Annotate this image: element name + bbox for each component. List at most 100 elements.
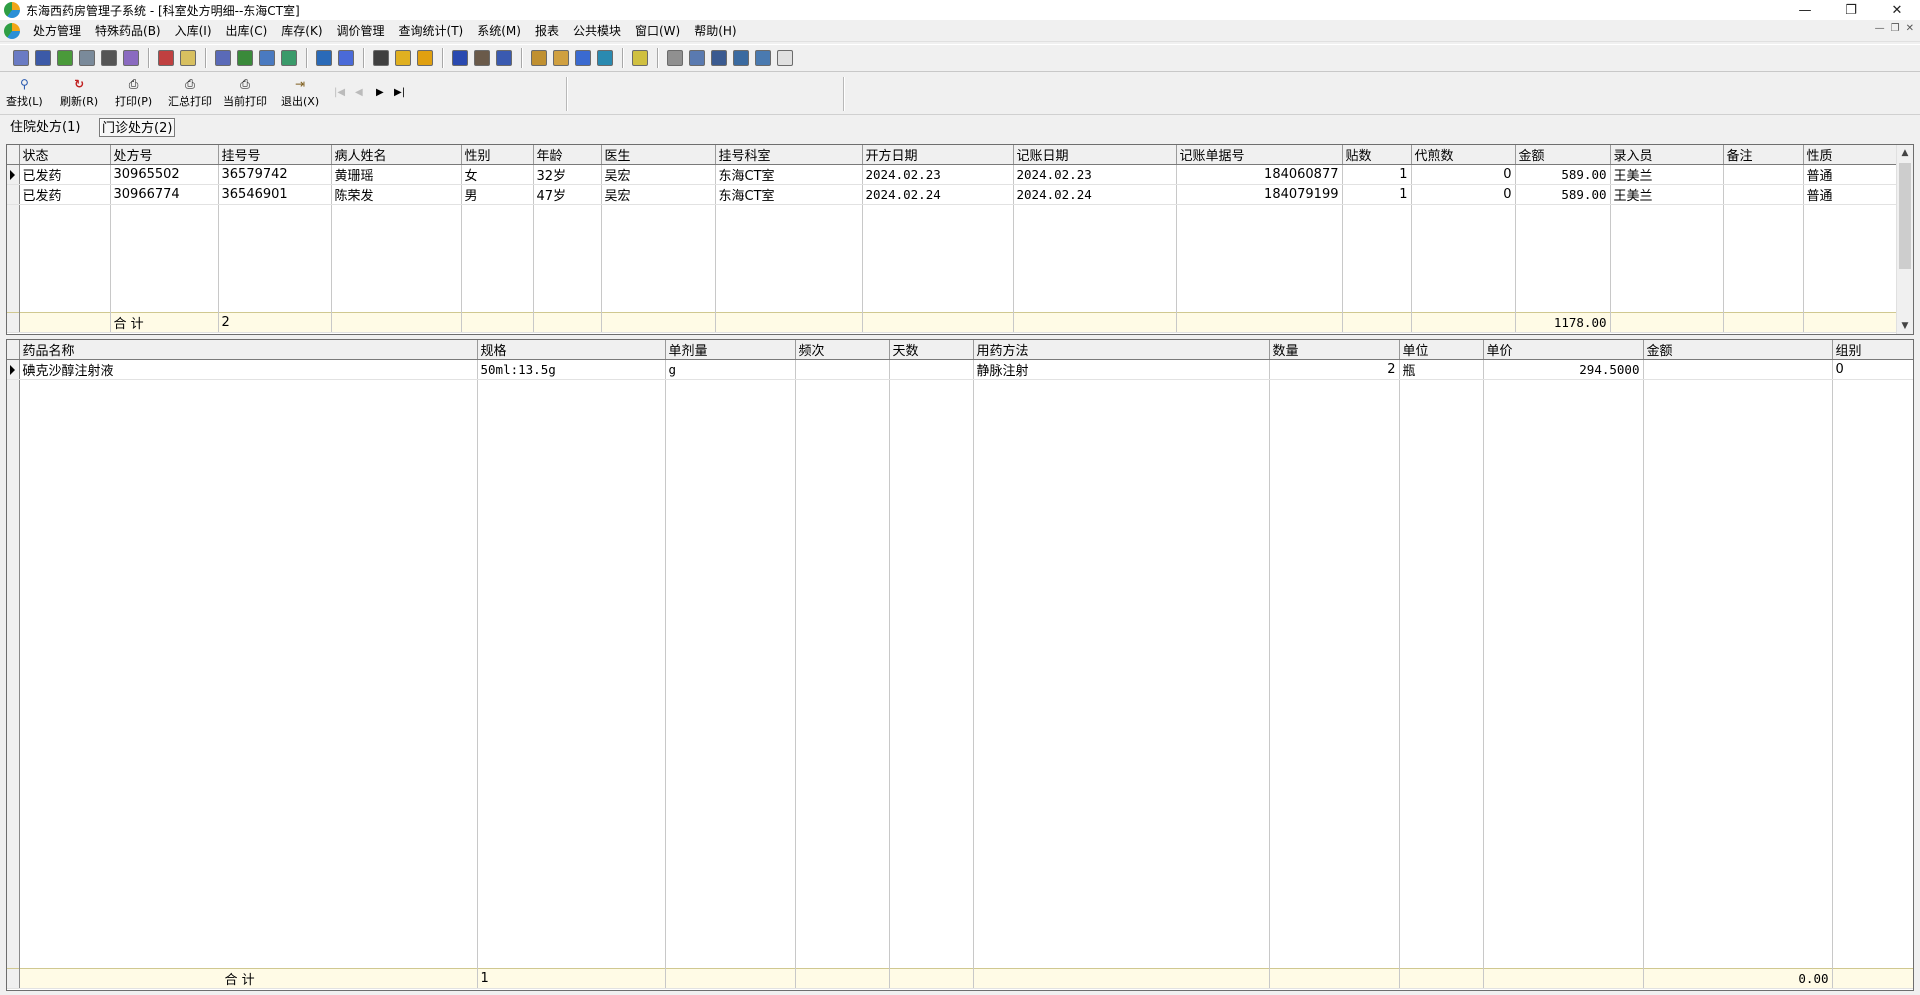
- checklist-icon[interactable]: [237, 50, 253, 66]
- mdi-minimize-button[interactable]: —: [1875, 23, 1885, 34]
- mdi-close-button[interactable]: ✕: [1906, 23, 1914, 34]
- prev-record-button[interactable]: ◀: [355, 87, 363, 98]
- scroll-thumb[interactable]: [1899, 163, 1911, 269]
- table-row[interactable]: 已发药 30965502 36579742 黄珊瑶 女 32岁 吴宏 东海CT室…: [7, 164, 1898, 185]
- cell-group[interactable]: 0: [1832, 359, 1913, 380]
- cell-remark[interactable]: [1723, 164, 1804, 185]
- column-header[interactable]: 开方日期: [862, 145, 1014, 165]
- cell-prescription-no[interactable]: 30966774: [110, 184, 219, 205]
- menu-stock-out[interactable]: 出库(C): [219, 20, 275, 42]
- minimize-button[interactable]: —: [1782, 0, 1828, 20]
- table-row[interactable]: 碘克沙醇注射液 50ml:13.5g g 静脉注射 2 瓶 294.5000 0: [7, 359, 1913, 380]
- cell-age[interactable]: 32岁: [533, 164, 602, 185]
- cell-doctor[interactable]: 吴宏: [601, 164, 716, 185]
- car-icon[interactable]: [496, 50, 512, 66]
- column-header[interactable]: 记账日期: [1013, 145, 1177, 165]
- menu-special-drugs[interactable]: 特殊药品(B): [88, 20, 168, 42]
- column-header[interactable]: 录入员: [1610, 145, 1724, 165]
- scale-icon[interactable]: [123, 50, 139, 66]
- column-header[interactable]: 状态: [19, 145, 111, 165]
- report-icon[interactable]: [158, 50, 174, 66]
- register-icon[interactable]: [79, 50, 95, 66]
- vertical-scrollbar[interactable]: ▲ ▼: [1896, 145, 1913, 334]
- tab-outpatient[interactable]: 门诊处方(2): [99, 118, 176, 137]
- mdi-logo-icon[interactable]: [4, 22, 20, 39]
- exit-button[interactable]: ⇥ 退出(X): [281, 77, 319, 111]
- folder-up-icon[interactable]: [632, 50, 648, 66]
- restore-button[interactable]: ❐: [1828, 0, 1874, 20]
- magnifier-icon[interactable]: [575, 50, 591, 66]
- scroll-down-icon[interactable]: ▼: [1897, 318, 1913, 334]
- copy-icon[interactable]: [259, 50, 275, 66]
- column-header[interactable]: 天数: [889, 340, 974, 360]
- column-header[interactable]: 规格: [477, 340, 666, 360]
- cell-operator[interactable]: 王美兰: [1610, 184, 1724, 205]
- cell-prescribe-date[interactable]: 2024.02.23: [862, 164, 1014, 185]
- column-header[interactable]: 挂号号: [218, 145, 332, 165]
- cell-days[interactable]: [889, 359, 974, 380]
- bottle-icon[interactable]: [35, 50, 51, 66]
- cell-prescribe-date[interactable]: 2024.02.24: [862, 184, 1014, 205]
- window-split-icon[interactable]: [711, 50, 727, 66]
- cell-quantity[interactable]: 2: [1269, 359, 1400, 380]
- cell-amount[interactable]: 589.00: [1515, 184, 1611, 205]
- cell-usage[interactable]: 静脉注射: [973, 359, 1270, 380]
- column-header[interactable]: 金额: [1515, 145, 1611, 165]
- menu-inventory[interactable]: 库存(K): [274, 20, 329, 42]
- cell-status[interactable]: 已发药: [19, 184, 111, 205]
- edit-chart-icon[interactable]: [316, 50, 332, 66]
- column-header[interactable]: 年龄: [533, 145, 602, 165]
- menu-system[interactable]: 系统(M): [470, 20, 528, 42]
- cell-patient-name[interactable]: 黄珊瑶: [331, 164, 462, 185]
- menu-window[interactable]: 窗口(W): [628, 20, 687, 42]
- cell-billing-date[interactable]: 2024.02.23: [1013, 164, 1177, 185]
- column-header[interactable]: 金额: [1643, 340, 1833, 360]
- cell-bill-no[interactable]: 184060877: [1176, 164, 1343, 185]
- cell-decoctions[interactable]: 0: [1411, 184, 1516, 205]
- column-header[interactable]: 病人姓名: [331, 145, 462, 165]
- cascade-icon[interactable]: [733, 50, 749, 66]
- menu-stock-in[interactable]: 入库(I): [168, 20, 219, 42]
- table-row[interactable]: 已发药 30966774 36546901 陈荣发 男 47岁 吴宏 东海CT室…: [7, 184, 1898, 205]
- cell-patient-name[interactable]: 陈荣发: [331, 184, 462, 205]
- column-header[interactable]: 单价: [1483, 340, 1644, 360]
- cell-registration-no[interactable]: 36579742: [218, 164, 332, 185]
- print-button[interactable]: ⎙ 打印(P): [115, 77, 152, 111]
- list-icon[interactable]: [215, 50, 231, 66]
- menu-query-stats[interactable]: 查询统计(T): [392, 20, 471, 42]
- menu-prescription[interactable]: 处方管理: [26, 20, 88, 42]
- column-header[interactable]: 频次: [795, 340, 890, 360]
- cell-department[interactable]: 东海CT室: [715, 164, 863, 185]
- notes-icon[interactable]: [777, 50, 793, 66]
- column-header[interactable]: 贴数: [1342, 145, 1412, 165]
- cell-prescription-no[interactable]: 30965502: [110, 164, 219, 185]
- cell-gender[interactable]: 女: [461, 164, 534, 185]
- last-record-button[interactable]: ▶|: [394, 87, 405, 98]
- grid-icon[interactable]: [373, 50, 389, 66]
- check-form-icon[interactable]: [57, 50, 73, 66]
- cell-drug-name[interactable]: 碘克沙醇注射液: [19, 359, 478, 380]
- mdi-restore-button[interactable]: ❐: [1891, 23, 1900, 34]
- cell-nature[interactable]: 普通: [1803, 184, 1898, 205]
- image-frame-icon[interactable]: [417, 50, 433, 66]
- cell-doctor[interactable]: 吴宏: [601, 184, 716, 205]
- menu-common-modules[interactable]: 公共模块: [566, 20, 628, 42]
- check-edit-icon[interactable]: [755, 50, 771, 66]
- refresh-button[interactable]: ↻ 刷新(R): [60, 77, 98, 111]
- image-icon[interactable]: [338, 50, 354, 66]
- close-window-icon[interactable]: [597, 50, 613, 66]
- column-header[interactable]: 性质: [1803, 145, 1898, 165]
- cell-doses[interactable]: 1: [1342, 164, 1412, 185]
- column-header[interactable]: 药品名称: [19, 340, 478, 360]
- find-button[interactable]: ⚲ 查找(L): [6, 77, 43, 111]
- cell-amount[interactable]: 589.00: [1515, 164, 1611, 185]
- tab-inpatient[interactable]: 住院处方(1): [8, 118, 82, 137]
- current-print-button[interactable]: ⎙ 当前打印: [223, 77, 267, 111]
- column-header[interactable]: 性别: [461, 145, 534, 165]
- cell-operator[interactable]: 王美兰: [1610, 164, 1724, 185]
- cell-bill-no[interactable]: 184079199: [1176, 184, 1343, 205]
- cell-unit-price[interactable]: 294.5000: [1483, 359, 1644, 380]
- binoculars-icon[interactable]: [101, 50, 117, 66]
- column-header[interactable]: 组别: [1832, 340, 1913, 360]
- menu-reports[interactable]: 报表: [528, 20, 566, 42]
